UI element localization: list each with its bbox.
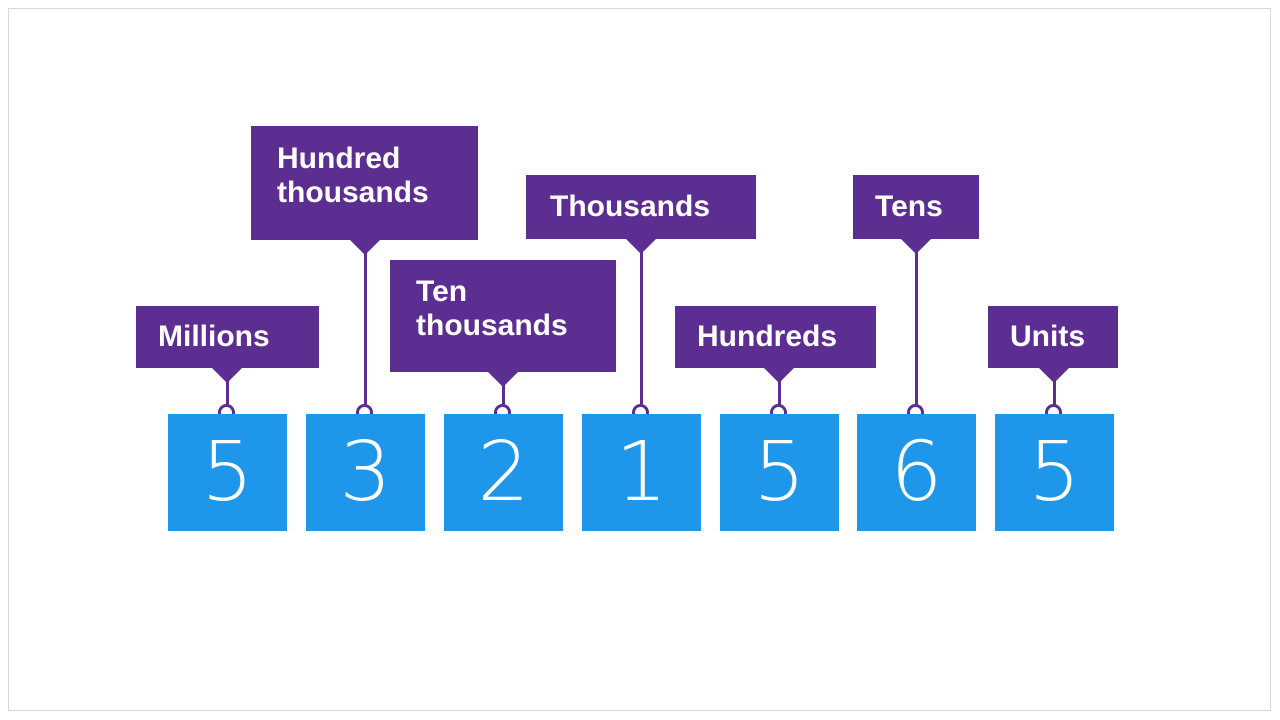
digit-value: 1 bbox=[615, 424, 668, 520]
callout-millions[interactable]: Millions bbox=[136, 306, 319, 368]
digit-tile-millions[interactable]: 5 bbox=[168, 414, 287, 531]
digit-tile-hundreds[interactable]: 5 bbox=[720, 414, 839, 531]
digit-tile-hundred-thousands[interactable]: 3 bbox=[306, 414, 425, 531]
digit-value: 5 bbox=[1028, 424, 1081, 520]
callout-label-units: Units bbox=[1010, 320, 1085, 353]
digit-value: 5 bbox=[753, 424, 806, 520]
callout-label-ten-thousands-line1: Ten bbox=[416, 275, 468, 308]
connector-tens bbox=[914, 251, 918, 408]
digit-tile-units[interactable]: 5 bbox=[995, 414, 1114, 531]
callout-tens[interactable]: Tens bbox=[853, 175, 979, 239]
callout-label-hundreds: Hundreds bbox=[697, 320, 838, 353]
callout-label-hundred-thousands-line1: Hundred bbox=[277, 142, 401, 175]
digit-value: 3 bbox=[339, 424, 392, 520]
digit-tile-ten-thousands[interactable]: 2 bbox=[444, 414, 563, 531]
digit-tile-tens[interactable]: 6 bbox=[857, 414, 976, 531]
callout-hundred-thousands[interactable]: Hundred thousands bbox=[251, 126, 478, 240]
connector-thousands bbox=[639, 251, 643, 408]
callout-label-ten-thousands-line2: thousands bbox=[416, 308, 568, 342]
connector-hundred-thousands bbox=[363, 252, 367, 408]
callout-label-millions: Millions bbox=[158, 320, 270, 353]
callout-hundreds[interactable]: Hundreds bbox=[675, 306, 876, 368]
digit-value: 5 bbox=[201, 424, 254, 520]
callout-units[interactable]: Units bbox=[988, 306, 1118, 368]
digit-tile-thousands[interactable]: 1 bbox=[582, 414, 701, 531]
callout-label-hundred-thousands-line2: thousands bbox=[277, 175, 429, 209]
callout-ten-thousands[interactable]: Ten thousands bbox=[390, 260, 616, 372]
callout-label-tens: Tens bbox=[875, 190, 943, 223]
place-value-diagram: Millions Hundred thousands Ten thousands… bbox=[0, 0, 1280, 720]
digit-value: 2 bbox=[477, 424, 530, 520]
digit-value: 6 bbox=[890, 424, 943, 520]
callout-thousands[interactable]: Thousands bbox=[526, 175, 756, 239]
callout-label-thousands: Thousands bbox=[550, 190, 711, 223]
